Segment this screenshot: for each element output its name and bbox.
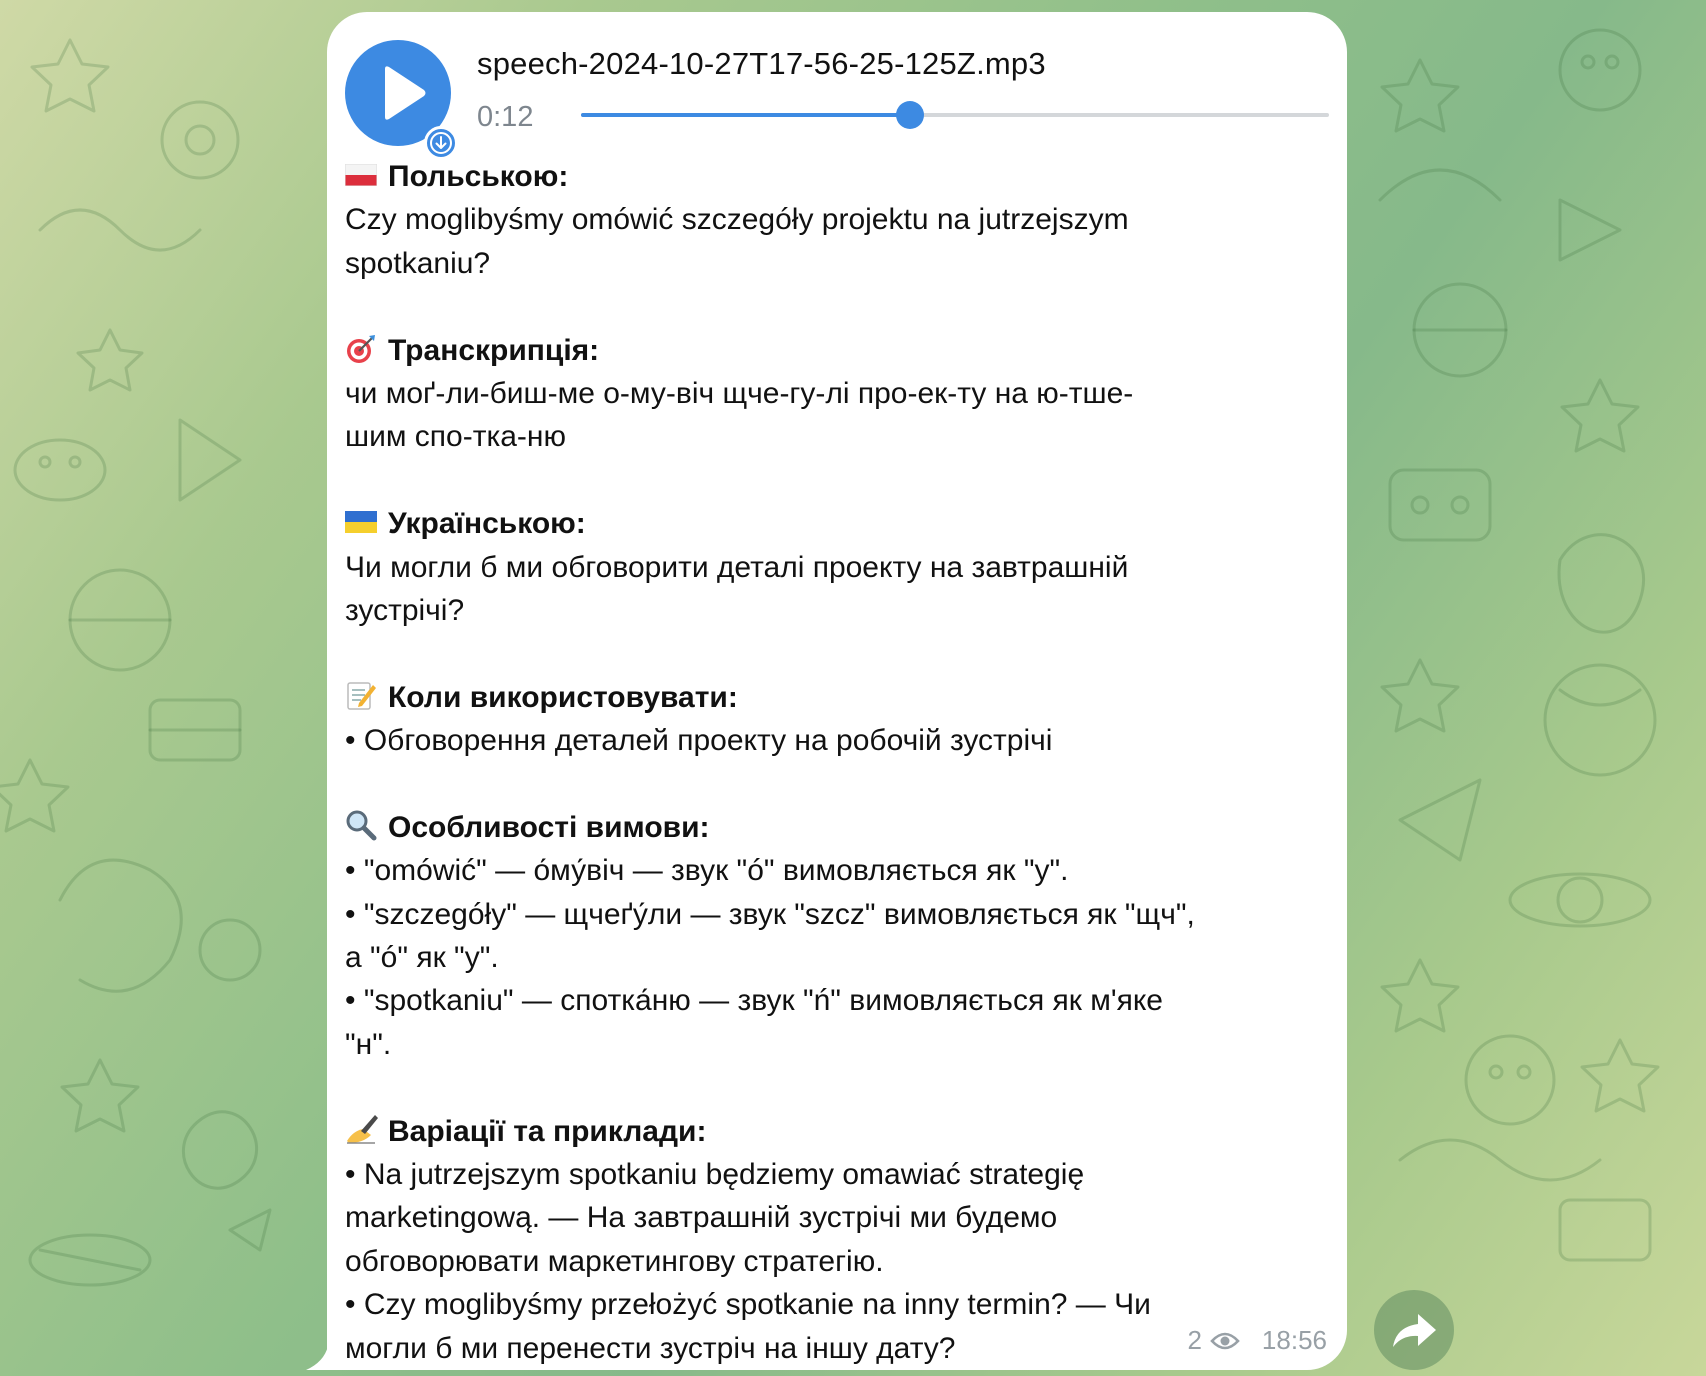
line-text: • "szczegóły" — щчеґу́ли — звук "szcz" в… — [345, 897, 1195, 931]
text-line: Чи могли б ми обговорити деталі проекту … — [345, 546, 1335, 589]
share-button[interactable] — [1374, 1290, 1454, 1370]
line-text: • Na jutrzejszym spotkaniu będziemy omaw… — [345, 1157, 1085, 1191]
text-line: зустрічі? — [345, 589, 1335, 632]
line-text: а "ó" як "у". — [345, 941, 499, 975]
writing-hand-icon — [345, 1114, 381, 1145]
message-bubble: speech-2024-10-27T17-56-25-125Z.mp3 0:12… — [327, 12, 1347, 1370]
text-line: • "szczegóły" — щчеґу́ли — звук "szcz" в… — [345, 893, 1335, 936]
line-text: Коли використовувати: — [388, 680, 738, 714]
line-text: шим спо-тка-ню — [345, 420, 566, 454]
section-heading: Коли використовувати: — [345, 676, 1335, 719]
text-line: • Czy moglibyśmy przełożyć spotkanie na … — [345, 1283, 1335, 1326]
text-line: шим спо-тка-ню — [345, 415, 1335, 458]
line-text: • "spotkaniu" — спотка́ню — звук "ń" вим… — [345, 984, 1163, 1018]
section-heading: Польською: — [345, 155, 1335, 198]
line-text: "н". — [345, 1027, 392, 1061]
line-text: • Czy moglibyśmy przełożyć spotkanie na … — [345, 1288, 1151, 1322]
audio-duration: 0:12 — [477, 101, 534, 133]
download-arrow-icon — [430, 132, 452, 154]
memo-icon — [345, 681, 381, 711]
line-text: • "omówić" — о́му́віч — звук "ó" вимовля… — [345, 854, 1069, 888]
line-text: Українською: — [388, 507, 586, 541]
text-line: обговорювати маркетингову стратегію. — [345, 1240, 1335, 1283]
share-arrow-icon — [1393, 1314, 1436, 1347]
line-text: Транскрипція: — [388, 333, 600, 367]
section-heading: Українською: — [345, 502, 1335, 545]
text-line: чи моґ-ли-биш-ме о-му-віч щче-гу-лі про-… — [345, 372, 1335, 415]
view-count: 2 — [1187, 1325, 1202, 1355]
section-heading: Особливості вимови: — [345, 806, 1335, 849]
line-text: Польською: — [388, 160, 569, 193]
line-text: marketingową. — На завтрашній зустрічі м… — [345, 1201, 1058, 1235]
line-text: spotkaniu? — [345, 246, 491, 280]
eye-icon — [1210, 1332, 1240, 1349]
text-line: • Na jutrzejszym spotkaniu będziemy omaw… — [345, 1153, 1335, 1196]
audio-progress-fill — [581, 113, 911, 117]
line-text: чи моґ-ли-биш-ме о-му-віч щче-гу-лі про-… — [345, 376, 1134, 410]
line-text: Особливості вимови: — [388, 810, 710, 844]
text-line: spotkaniu? — [345, 242, 1335, 285]
audio-attachment: speech-2024-10-27T17-56-25-125Z.mp3 0:12 — [345, 28, 1329, 160]
flag-poland-icon — [345, 160, 381, 190]
message-meta: 2 18:56 — [1187, 1325, 1327, 1356]
line-text: зустрічі? — [345, 593, 465, 627]
flag-ukraine-icon — [345, 507, 381, 537]
text-line: • Обговорення деталей проекту на робочій… — [345, 719, 1335, 762]
line-text: • Обговорення деталей проекту на робочій… — [345, 724, 1053, 758]
audio-progress-track[interactable] — [581, 101, 1329, 129]
text-line: "н". — [345, 1023, 1335, 1066]
message-time: 18:56 — [1261, 1325, 1327, 1355]
audio-file-name: speech-2024-10-27T17-56-25-125Z.mp3 — [477, 46, 1046, 81]
target-icon — [345, 334, 381, 364]
text-line: • "omówić" — о́му́віч — звук "ó" вимовля… — [345, 849, 1335, 892]
line-text: Czy moglibyśmy omówić szczegóły projektu… — [345, 203, 1129, 237]
line-text: могли б ми перенести зустріч на іншу дат… — [345, 1331, 956, 1365]
section-heading: Варіації та приклади: — [345, 1110, 1335, 1153]
text-line: marketingową. — На завтрашній зустрічі м… — [345, 1196, 1335, 1239]
text-line: Czy moglibyśmy omówić szczegóły projektu… — [345, 198, 1335, 241]
line-text: Варіації та приклади: — [388, 1114, 707, 1148]
text-line: • "spotkaniu" — спотка́ню — звук "ń" вим… — [345, 979, 1335, 1022]
magnifier-icon — [345, 810, 381, 841]
message-text: Польською: Czy moglibyśmy omówić szczegół… — [345, 155, 1335, 1370]
text-line: а "ó" як "у". — [345, 936, 1335, 979]
line-text: обговорювати маркетингову стратегію. — [345, 1244, 884, 1278]
line-text: Чи могли б ми обговорити деталі проекту … — [345, 550, 1129, 584]
audio-progress-knob[interactable] — [896, 101, 925, 129]
play-button[interactable] — [345, 40, 458, 160]
section-heading: Транскрипція: — [345, 329, 1335, 372]
